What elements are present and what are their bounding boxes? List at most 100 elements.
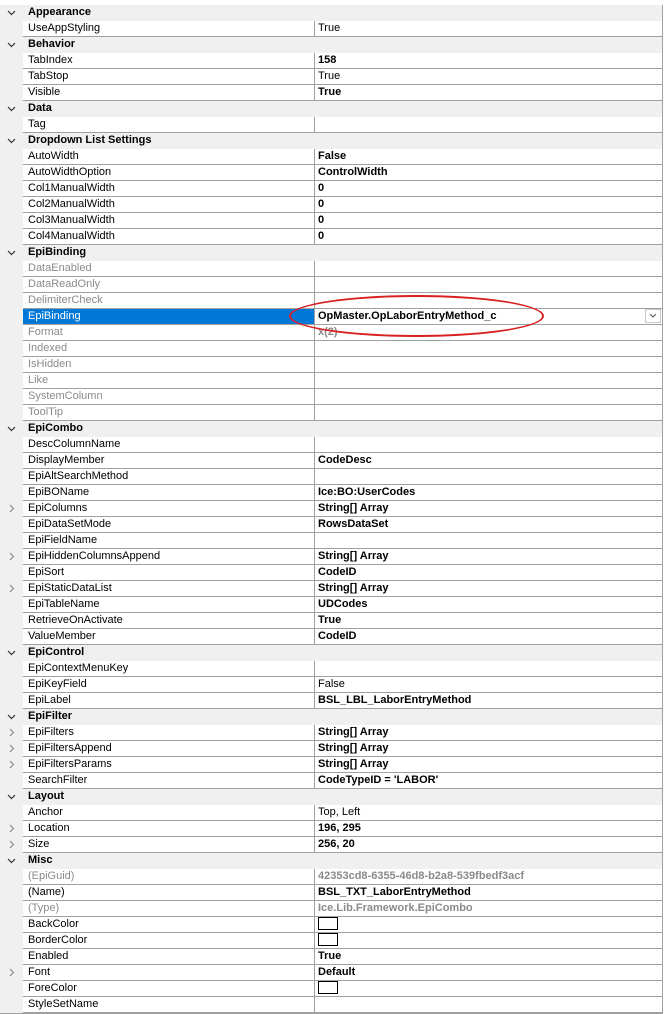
property-row[interactable]: SearchFilter CodeTypeID = 'LABOR': [0, 773, 662, 789]
category-layout[interactable]: Layout: [0, 789, 662, 805]
property-value[interactable]: False: [315, 677, 662, 693]
property-value[interactable]: 0: [315, 229, 662, 245]
property-row[interactable]: Format x(2): [0, 325, 662, 341]
property-name[interactable]: TabStop: [23, 69, 315, 85]
property-row[interactable]: (EpiGuid) 42353cd8-6355-46d8-b2a8-539fbed…: [0, 869, 662, 885]
property-value[interactable]: 0: [315, 181, 662, 197]
chevron-down-icon[interactable]: [7, 104, 16, 113]
property-name[interactable]: SystemColumn: [23, 389, 315, 405]
property-value[interactable]: [315, 533, 662, 549]
property-value[interactable]: CodeID: [315, 565, 662, 581]
category-epicontrol[interactable]: EpiControl: [0, 645, 662, 661]
property-row[interactable]: Location 196, 295: [0, 821, 662, 837]
property-value[interactable]: String[] Array: [315, 549, 662, 565]
property-value[interactable]: True: [315, 949, 662, 965]
property-row[interactable]: Col1ManualWidth 0: [0, 181, 662, 197]
property-grid[interactable]: Appearance UseAppStyling True Behavior TabIn…: [0, 5, 663, 1014]
property-value[interactable]: [315, 933, 662, 949]
property-name[interactable]: Tag: [23, 117, 315, 133]
property-value[interactable]: True: [315, 69, 662, 85]
property-value[interactable]: String[] Array: [315, 757, 662, 773]
property-name[interactable]: EpiSort: [23, 565, 315, 581]
property-row[interactable]: EpiTableName UDCodes: [0, 597, 662, 613]
property-value[interactable]: [315, 341, 662, 357]
property-row[interactable]: (Name) BSL_TXT_LaborEntryMethod: [0, 885, 662, 901]
property-name[interactable]: (EpiGuid): [23, 869, 315, 885]
chevron-down-icon[interactable]: [7, 648, 16, 657]
property-name[interactable]: EpiBinding: [23, 309, 315, 325]
property-name[interactable]: UseAppStyling: [23, 21, 315, 37]
chevron-right-icon[interactable]: [7, 584, 16, 593]
property-row[interactable]: TabStop True: [0, 69, 662, 85]
property-row[interactable]: EpiHiddenColumnsAppend String[] Array: [0, 549, 662, 565]
category-behavior[interactable]: Behavior: [0, 37, 662, 53]
property-row[interactable]: EpiFiltersAppend String[] Array: [0, 741, 662, 757]
property-row[interactable]: Font Default: [0, 965, 662, 981]
property-value[interactable]: True: [315, 613, 662, 629]
chevron-down-icon[interactable]: [7, 712, 16, 721]
property-value[interactable]: 0: [315, 213, 662, 229]
property-row[interactable]: Col3ManualWidth 0: [0, 213, 662, 229]
chevron-right-icon[interactable]: [7, 968, 16, 977]
property-name[interactable]: Col3ManualWidth: [23, 213, 315, 229]
property-value[interactable]: [315, 261, 662, 277]
property-name[interactable]: (Name): [23, 885, 315, 901]
property-value[interactable]: UDCodes: [315, 597, 662, 613]
property-row[interactable]: EpiDataSetMode RowsDataSet: [0, 517, 662, 533]
property-name[interactable]: Enabled: [23, 949, 315, 965]
property-row[interactable]: EpiFieldName: [0, 533, 662, 549]
property-name[interactable]: EpiDataSetMode: [23, 517, 315, 533]
property-name[interactable]: EpiContextMenuKey: [23, 661, 315, 677]
property-name[interactable]: EpiFilters: [23, 725, 315, 741]
chevron-down-icon[interactable]: [7, 136, 16, 145]
chevron-down-icon[interactable]: [7, 8, 16, 17]
property-row[interactable]: EpiContextMenuKey: [0, 661, 662, 677]
category-dropdown-list-settings[interactable]: Dropdown List Settings: [0, 133, 662, 149]
property-name[interactable]: Col4ManualWidth: [23, 229, 315, 245]
property-row[interactable]: EpiLabel BSL_LBL_LaborEntryMethod: [0, 693, 662, 709]
property-row[interactable]: EpiFilters String[] Array: [0, 725, 662, 741]
property-name[interactable]: Location: [23, 821, 315, 837]
property-value[interactable]: x(2): [315, 325, 662, 341]
property-value[interactable]: [315, 437, 662, 453]
property-value[interactable]: [315, 373, 662, 389]
property-value[interactable]: String[] Array: [315, 581, 662, 597]
category-epifilter[interactable]: EpiFilter: [0, 709, 662, 725]
chevron-right-icon[interactable]: [7, 744, 16, 753]
chevron-right-icon[interactable]: [7, 504, 16, 513]
property-row[interactable]: DelimiterCheck: [0, 293, 662, 309]
property-row[interactable]: TabIndex 158: [0, 53, 662, 69]
property-name[interactable]: EpiKeyField: [23, 677, 315, 693]
property-value[interactable]: RowsDataSet: [315, 517, 662, 533]
property-name[interactable]: EpiTableName: [23, 597, 315, 613]
property-name[interactable]: Col1ManualWidth: [23, 181, 315, 197]
property-row[interactable]: ValueMember CodeID: [0, 629, 662, 645]
property-name[interactable]: Font: [23, 965, 315, 981]
property-name[interactable]: ValueMember: [23, 629, 315, 645]
property-row[interactable]: (Type) Ice.Lib.Framework.EpiCombo: [0, 901, 662, 917]
property-value[interactable]: False: [315, 149, 662, 165]
property-name[interactable]: Size: [23, 837, 315, 853]
property-row[interactable]: RetrieveOnActivate True: [0, 613, 662, 629]
property-value[interactable]: [315, 277, 662, 293]
property-value[interactable]: BSL_TXT_LaborEntryMethod: [315, 885, 662, 901]
chevron-down-icon[interactable]: [7, 40, 16, 49]
property-row[interactable]: DisplayMember CodeDesc: [0, 453, 662, 469]
property-name[interactable]: RetrieveOnActivate: [23, 613, 315, 629]
property-name[interactable]: EpiLabel: [23, 693, 315, 709]
property-value[interactable]: [315, 917, 662, 933]
property-name[interactable]: EpiFiltersAppend: [23, 741, 315, 757]
property-value[interactable]: OpMaster.OpLaborEntryMethod_c: [315, 309, 662, 325]
property-value[interactable]: [315, 469, 662, 485]
property-row[interactable]: ToolTip: [0, 405, 662, 421]
property-row[interactable]: EpiStaticDataList String[] Array: [0, 581, 662, 597]
property-name[interactable]: EpiColumns: [23, 501, 315, 517]
property-name[interactable]: ToolTip: [23, 405, 315, 421]
property-row[interactable]: Visible True: [0, 85, 662, 101]
property-value[interactable]: CodeTypeID = 'LABOR': [315, 773, 662, 789]
property-name[interactable]: TabIndex: [23, 53, 315, 69]
category-epicombo[interactable]: EpiCombo: [0, 421, 662, 437]
property-name[interactable]: IsHidden: [23, 357, 315, 373]
property-name[interactable]: EpiHiddenColumnsAppend: [23, 549, 315, 565]
category-appearance[interactable]: Appearance: [0, 5, 662, 21]
